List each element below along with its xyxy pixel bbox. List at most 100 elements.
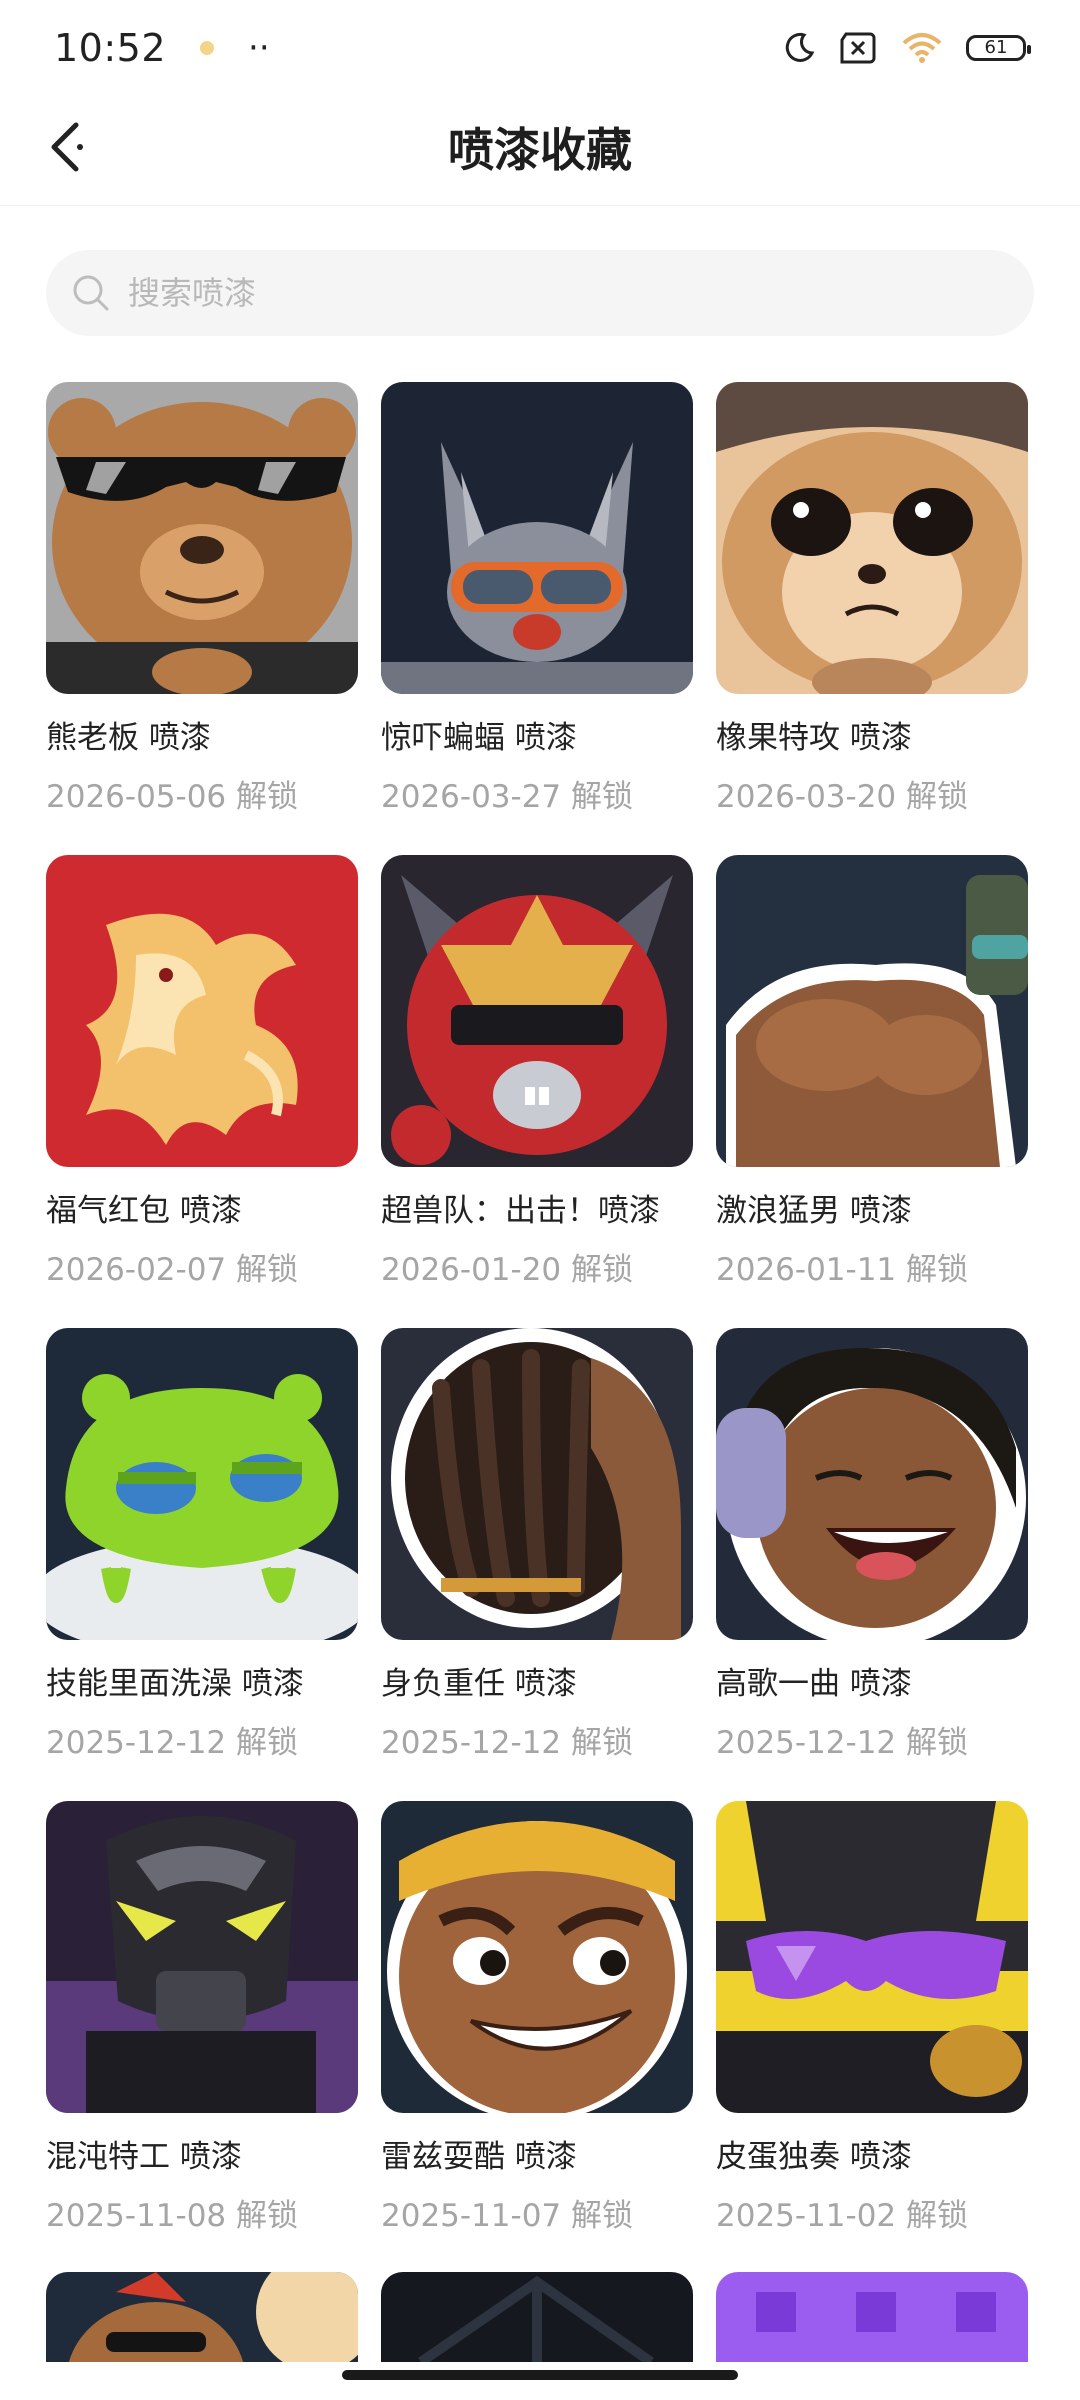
unlock-label: 解锁 bbox=[906, 1725, 969, 1761]
spray-title: 高歌一曲 喷漆 bbox=[716, 1666, 912, 1702]
battery-icon: 61 bbox=[966, 34, 1031, 61]
unlock-date: 2026-02-07 bbox=[46, 1252, 227, 1288]
search-bar[interactable] bbox=[46, 250, 1034, 336]
spray-unlock-date: 2025-12-12 解锁 bbox=[381, 1717, 693, 1762]
spray-thumbnail[interactable] bbox=[381, 1328, 693, 1640]
partial-bear-image bbox=[46, 2272, 358, 2362]
spray-card[interactable]: 超兽队：出击！喷漆 2026-01-20 解锁 bbox=[381, 855, 693, 1289]
unlock-date: 2026-01-11 bbox=[716, 1252, 897, 1288]
spray-thumbnail[interactable] bbox=[46, 382, 358, 694]
heavy-burden-image bbox=[381, 1328, 693, 1640]
moon-icon bbox=[782, 31, 816, 65]
spray-thumbnail-partial[interactable] bbox=[381, 2272, 693, 2362]
spray-card[interactable]: 激浪猛男 喷漆 2026-01-11 解锁 bbox=[716, 855, 1028, 1289]
weather-dot-icon bbox=[200, 40, 215, 55]
spray-title: 橡果特攻 喷漆 bbox=[716, 720, 912, 756]
slime-bath-image bbox=[46, 1328, 358, 1640]
bear-boss-image bbox=[46, 382, 358, 694]
spray-thumbnail-partial[interactable] bbox=[716, 2272, 1028, 2362]
search-icon bbox=[73, 275, 109, 311]
spray-unlock-date: 2026-05-06 解锁 bbox=[46, 771, 358, 816]
unlock-label: 解锁 bbox=[236, 779, 299, 815]
spray-unlock-date: 2025-11-08 解锁 bbox=[46, 2190, 358, 2235]
spray-title: 皮蛋独奏 喷漆 bbox=[716, 2139, 912, 2175]
spray-unlock-date: 2025-12-12 解锁 bbox=[716, 1717, 1028, 1762]
acorn-squirrel-image bbox=[716, 382, 1028, 694]
spray-thumbnail[interactable] bbox=[46, 1801, 358, 2113]
beast-squad-image bbox=[381, 855, 693, 1167]
spray-card[interactable]: 熊老板 喷漆 2026-05-06 解锁 bbox=[46, 382, 358, 816]
spray-title: 混沌特工 喷漆 bbox=[46, 2139, 242, 2175]
spray-title: 身负重任 喷漆 bbox=[381, 1666, 577, 1702]
unlock-date: 2026-03-20 bbox=[716, 779, 897, 815]
spray-card[interactable]: 皮蛋独奏 喷漆 2025-11-02 解锁 bbox=[716, 1801, 1028, 2235]
spray-title: 熊老板 喷漆 bbox=[46, 720, 211, 756]
unlock-date: 2026-05-06 bbox=[46, 779, 227, 815]
spray-title: 技能里面洗澡 喷漆 bbox=[46, 1666, 304, 1702]
unlock-date: 2026-01-20 bbox=[381, 1252, 562, 1288]
spray-thumbnail[interactable] bbox=[46, 1328, 358, 1640]
unlock-label: 解锁 bbox=[906, 1252, 969, 1288]
spray-card[interactable]: 混沌特工 喷漆 2025-11-08 解锁 bbox=[46, 1801, 358, 2235]
spray-thumbnail[interactable] bbox=[716, 855, 1028, 1167]
unlock-label: 解锁 bbox=[906, 779, 969, 815]
egg-solo-image bbox=[716, 1801, 1028, 2113]
sing-a-song-image bbox=[716, 1328, 1028, 1640]
spray-thumbnail[interactable] bbox=[716, 382, 1028, 694]
unlock-date: 2025-12-12 bbox=[46, 1725, 227, 1761]
spray-unlock-date: 2026-03-20 解锁 bbox=[716, 771, 1028, 816]
spray-unlock-date: 2026-02-07 解锁 bbox=[46, 1244, 358, 1289]
spray-unlock-date: 2025-12-12 解锁 bbox=[46, 1717, 358, 1762]
more-notifications-icon: ·· bbox=[248, 27, 270, 68]
spray-unlock-date: 2026-01-11 解锁 bbox=[716, 1244, 1028, 1289]
unlock-label: 解锁 bbox=[571, 1725, 634, 1761]
wifi-icon bbox=[900, 31, 944, 65]
unlock-label: 解锁 bbox=[236, 2198, 299, 2234]
spray-card[interactable]: 惊吓蝙蝠 喷漆 2026-03-27 解锁 bbox=[381, 382, 693, 816]
unlock-label: 解锁 bbox=[571, 1252, 634, 1288]
status-bar: 10:52 ·· 61 bbox=[0, 0, 1080, 95]
unlock-date: 2026-03-27 bbox=[381, 779, 562, 815]
spray-thumbnail[interactable] bbox=[716, 1801, 1028, 2113]
lucky-red-envelope-image bbox=[46, 855, 358, 1167]
spray-unlock-date: 2025-11-02 解锁 bbox=[716, 2190, 1028, 2235]
spray-card[interactable]: 雷兹耍酷 喷漆 2025-11-07 解锁 bbox=[381, 1801, 693, 2235]
spray-card[interactable]: 高歌一曲 喷漆 2025-12-12 解锁 bbox=[716, 1328, 1028, 1762]
unlock-label: 解锁 bbox=[236, 1725, 299, 1761]
search-input[interactable] bbox=[126, 273, 930, 313]
spray-title: 惊吓蝙蝠 喷漆 bbox=[381, 720, 577, 756]
spray-card[interactable]: 身负重任 喷漆 2025-12-12 解锁 bbox=[381, 1328, 693, 1762]
spray-unlock-date: 2025-11-07 解锁 bbox=[381, 2190, 693, 2235]
unlock-label: 解锁 bbox=[236, 1252, 299, 1288]
scared-bat-image bbox=[381, 382, 693, 694]
partial-dark-image bbox=[381, 2272, 693, 2362]
unlock-date: 2025-11-07 bbox=[381, 2198, 562, 2234]
spray-unlock-date: 2026-03-27 解锁 bbox=[381, 771, 693, 816]
spray-card[interactable]: 福气红包 喷漆 2026-02-07 解锁 bbox=[46, 855, 358, 1289]
spray-unlock-date: 2026-01-20 解锁 bbox=[381, 1244, 693, 1289]
spray-title: 福气红包 喷漆 bbox=[46, 1193, 242, 1229]
spray-card[interactable]: 技能里面洗澡 喷漆 2025-12-12 解锁 bbox=[46, 1328, 358, 1762]
unlock-label: 解锁 bbox=[906, 2198, 969, 2234]
unlock-date: 2025-12-12 bbox=[716, 1725, 897, 1761]
spray-thumbnail-partial[interactable] bbox=[46, 2272, 358, 2362]
spray-thumbnail[interactable] bbox=[46, 855, 358, 1167]
spray-thumbnail[interactable] bbox=[716, 1328, 1028, 1640]
spray-thumbnail[interactable] bbox=[381, 855, 693, 1167]
status-right: 61 bbox=[782, 31, 1031, 65]
partial-purple-image bbox=[716, 2272, 1028, 2362]
sim-off-icon bbox=[838, 32, 878, 64]
spray-title: 超兽队：出击！喷漆 bbox=[381, 1193, 660, 1229]
header-bar: 喷漆收藏 bbox=[0, 95, 1080, 206]
unlock-label: 解锁 bbox=[571, 2198, 634, 2234]
spray-card[interactable]: 橡果特攻 喷漆 2026-03-20 解锁 bbox=[716, 382, 1028, 816]
unlock-date: 2025-11-08 bbox=[46, 2198, 227, 2234]
spray-thumbnail[interactable] bbox=[381, 382, 693, 694]
raze-cool-image bbox=[381, 1801, 693, 2113]
spray-thumbnail[interactable] bbox=[381, 1801, 693, 2113]
page-title: 喷漆收藏 bbox=[448, 123, 632, 177]
spray-title: 雷兹耍酷 喷漆 bbox=[381, 2139, 577, 2175]
unlock-date: 2025-11-02 bbox=[716, 2198, 897, 2234]
home-indicator[interactable] bbox=[342, 2370, 738, 2380]
spray-title: 激浪猛男 喷漆 bbox=[716, 1193, 912, 1229]
